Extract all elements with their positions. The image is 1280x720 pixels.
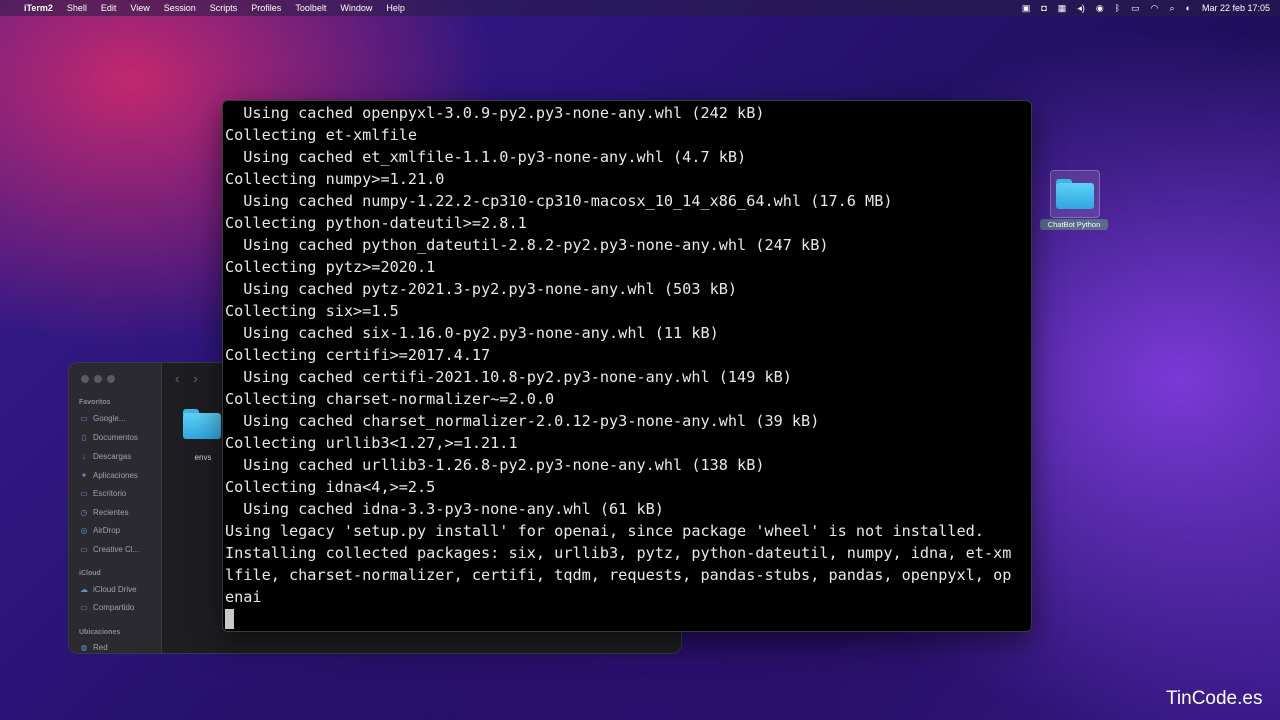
wifi-icon[interactable]: ◠ xyxy=(1151,3,1159,13)
terminal-line: Collecting six>=1.5 xyxy=(225,302,399,320)
terminal-line: Using cached python_dateutil-2.8.2-py2.p… xyxy=(225,236,829,254)
battery-icon[interactable]: ▭ xyxy=(1131,3,1140,13)
terminal-line: lfile, charset-normalizer, certifi, tqdm… xyxy=(225,566,1012,584)
terminal-line: Collecting charset-normalizer~=2.0.0 xyxy=(225,390,555,408)
terminal-line: Installing collected packages: six, urll… xyxy=(225,544,1012,562)
desktop-icon: ▭ xyxy=(80,489,88,498)
menu-help[interactable]: Help xyxy=(386,3,405,13)
terminal-line: Using cached et_xmlfile-1.1.0-py3-none-a… xyxy=(225,148,747,166)
terminal-line: Using cached idna-3.3-py3-none-any.whl (… xyxy=(225,500,664,518)
finder-sidebar: Favoritos ▭ Google... ▯ Documentos ↓ Descar… xyxy=(69,363,162,653)
terminal-output: Using cached openpyxl-3.0.9-py2.py3-none… xyxy=(225,102,1029,631)
menu-shell[interactable]: Shell xyxy=(67,3,87,13)
menu-profiles[interactable]: Profiles xyxy=(251,3,281,13)
play-icon[interactable]: ◉ xyxy=(1096,3,1104,13)
sidebar-section-locations: Ubicaciones xyxy=(79,629,121,636)
sidebar-item-descargas[interactable]: ↓ Descargas xyxy=(79,452,131,461)
menu-edit[interactable]: Edit xyxy=(101,3,117,13)
control-center-icon[interactable]: ◐ xyxy=(1186,3,1191,13)
sidebar-item-google[interactable]: ▭ Google... xyxy=(79,414,125,423)
window-controls xyxy=(81,375,115,383)
terminal-line: Collecting idna<4,>=2.5 xyxy=(225,478,436,496)
sidebar-section-favorites: Favoritos xyxy=(79,399,111,406)
download-icon: ↓ xyxy=(82,452,86,461)
sidebar-item-aplicaciones[interactable]: ✦ Aplicaciones xyxy=(79,471,138,480)
cloud-icon: ☁ xyxy=(80,585,88,594)
finder-folder-envs[interactable] xyxy=(183,409,223,443)
watermark: TinCode.es xyxy=(1166,688,1263,709)
status-app-icon[interactable]: ◘ xyxy=(1041,3,1046,13)
terminal-line: Using cached six-1.16.0-py2.py3-none-any… xyxy=(225,324,719,342)
terminal-line: Collecting pytz>=2020.1 xyxy=(225,258,436,276)
search-icon[interactable]: ⌕ xyxy=(1169,3,1174,13)
menu-scripts[interactable]: Scripts xyxy=(210,3,238,13)
terminal-line: Using cached urllib3-1.26.8-py2.py3-none… xyxy=(225,456,765,474)
airdrop-icon: ◎ xyxy=(80,526,88,535)
menu-clock[interactable]: Mar 22 feb 17:05 xyxy=(1202,3,1270,13)
menu-view[interactable]: View xyxy=(130,3,149,13)
terminal-window[interactable]: Using cached openpyxl-3.0.9-py2.py3-none… xyxy=(222,100,1032,632)
sidebar-section-icloud: iCloud xyxy=(79,570,101,577)
sidebar-item-documentos[interactable]: ▯ Documentos xyxy=(79,433,138,442)
clock-icon: ◷ xyxy=(80,508,88,517)
folder-icon xyxy=(183,409,221,439)
sidebar-item-creative-cloud[interactable]: ▭ Creative Cl... xyxy=(79,545,139,554)
sidebar-item-escritorio[interactable]: ▭ Escritorio xyxy=(79,489,126,498)
terminal-line: Using cached pytz-2021.3-py2.py3-none-an… xyxy=(225,280,738,298)
folder-icon: ▭ xyxy=(80,545,88,554)
finder-nav: ‹ › xyxy=(175,371,198,386)
sidebar-item-airdrop[interactable]: ◎ AirDrop xyxy=(79,526,121,535)
terminal-line: enai xyxy=(225,588,262,606)
terminal-line: Using cached numpy-1.22.2-cp310-cp310-ma… xyxy=(225,192,893,210)
sidebar-item-icloud-drive[interactable]: ☁ iCloud Drive xyxy=(79,585,137,594)
window-layout-icon[interactable]: ▦ xyxy=(1058,3,1067,13)
sidebar-item-recientes[interactable]: ◷ Recientes xyxy=(79,508,129,517)
terminal-line: Using cached certifi-2021.10.8-py2.py3-n… xyxy=(225,368,792,386)
bluetooth-icon[interactable]: ᛒ xyxy=(1115,3,1120,13)
volume-icon[interactable]: ◂) xyxy=(1077,3,1085,13)
forward-arrow-icon[interactable]: › xyxy=(193,371,197,386)
sidebar-item-compartido[interactable]: ▭ Compartido xyxy=(79,603,134,612)
minimize-button[interactable] xyxy=(94,375,102,383)
terminal-line: Using cached charset_normalizer-2.0.12-p… xyxy=(225,412,820,430)
folder-icon xyxy=(1056,179,1094,209)
drive-icon: ▭ xyxy=(80,414,88,423)
menu-window[interactable]: Window xyxy=(340,3,372,13)
zoom-button[interactable] xyxy=(107,375,115,383)
network-icon: ◍ xyxy=(80,643,88,652)
menu-app-name[interactable]: iTerm2 xyxy=(24,3,53,13)
applications-icon: ✦ xyxy=(80,471,88,480)
shared-folder-icon: ▭ xyxy=(80,603,88,612)
back-arrow-icon[interactable]: ‹ xyxy=(175,371,179,386)
document-icon: ▯ xyxy=(81,433,87,442)
screen-record-icon[interactable]: ▣ xyxy=(1022,3,1031,13)
terminal-cursor-line[interactable] xyxy=(225,609,1029,631)
menu-session[interactable]: Session xyxy=(164,3,196,13)
terminal-line: Collecting certifi>=2017.4.17 xyxy=(225,346,491,364)
close-button[interactable] xyxy=(81,375,89,383)
menu-toolbelt[interactable]: Toolbelt xyxy=(295,3,326,13)
text-cursor xyxy=(225,609,234,629)
terminal-line: Collecting et-xmlfile xyxy=(225,126,418,144)
terminal-line: Collecting numpy>=1.21.0 xyxy=(225,170,445,188)
finder-folder-label: envs xyxy=(194,453,212,462)
sidebar-item-red[interactable]: ◍ Red xyxy=(79,643,108,652)
terminal-line: Collecting urllib3<1.27,>=1.21.1 xyxy=(225,434,518,452)
terminal-line: Using legacy 'setup.py install' for open… xyxy=(225,522,984,540)
terminal-line: Collecting python-dateutil>=2.8.1 xyxy=(225,214,527,232)
menu-bar: iTerm2 Shell Edit View Session Scripts P… xyxy=(0,0,1280,16)
desktop-folder-label[interactable]: ChatBot Python xyxy=(1040,219,1108,230)
terminal-line: Using cached openpyxl-3.0.9-py2.py3-none… xyxy=(225,104,765,122)
desktop-folder-chatbot-python[interactable] xyxy=(1050,170,1100,218)
